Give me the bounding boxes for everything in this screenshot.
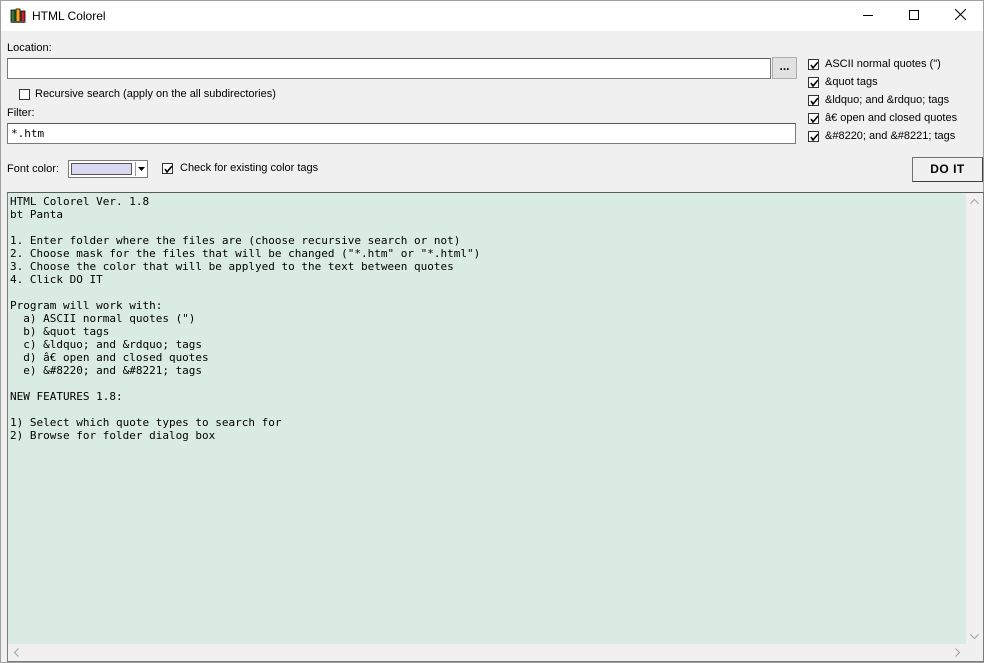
quote-type-label-8220: &#8220; and &#8221; tags (825, 130, 956, 142)
quote-type-checkbox-8220[interactable] (808, 131, 819, 142)
scroll-down-icon[interactable] (966, 628, 983, 645)
browse-folder-button[interactable]: ... (772, 57, 797, 79)
do-it-button[interactable]: DO IT (912, 157, 983, 182)
quote-type-checkbox-quot[interactable] (808, 77, 819, 88)
font-color-picker[interactable] (68, 160, 148, 178)
quote-type-label-ascii: ASCII normal quotes (") (825, 58, 941, 70)
check-existing-label: Check for existing color tags (180, 162, 319, 174)
app-window: HTML Colorel Location: ... Recursive sea… (0, 0, 984, 663)
quote-type-checkbox-ascii[interactable] (808, 59, 819, 70)
maximize-button[interactable] (891, 1, 937, 31)
quote-type-label-ldquo: &ldquo; and &rdquo; tags (825, 94, 950, 106)
quote-type-label-open-closed: â€ open and closed quotes (825, 112, 958, 124)
title-bar[interactable]: HTML Colorel (1, 1, 983, 31)
close-button[interactable] (937, 1, 983, 31)
location-label: Location: (7, 42, 52, 54)
maximize-icon (909, 9, 919, 23)
scroll-up-icon[interactable] (966, 193, 983, 210)
close-icon (954, 8, 966, 23)
window-title: HTML Colorel (32, 9, 106, 23)
recursive-label: Recursive search (apply on the all subdi… (35, 88, 276, 100)
location-input[interactable] (7, 58, 771, 79)
dropdown-arrow-icon[interactable] (135, 162, 147, 176)
info-text-area[interactable]: HTML Colorel Ver. 1.8 bt Panta 1. Enter … (7, 192, 984, 662)
filter-label: Filter: (7, 107, 35, 119)
recursive-checkbox[interactable] (19, 89, 30, 100)
quote-type-label-quot: &quot tags (825, 76, 878, 88)
horizontal-scrollbar[interactable] (8, 644, 966, 661)
scrollbar-corner (966, 644, 983, 661)
scroll-left-icon[interactable] (8, 644, 25, 661)
check-existing-checkbox[interactable] (162, 163, 173, 174)
minimize-button[interactable] (845, 1, 891, 31)
font-color-label: Font color: (7, 163, 59, 175)
vertical-scrollbar[interactable] (966, 193, 983, 645)
filter-input[interactable] (7, 123, 796, 144)
quote-type-checkbox-ldquo[interactable] (808, 95, 819, 106)
color-swatch (71, 163, 132, 175)
quote-type-checkbox-open-closed[interactable] (808, 113, 819, 124)
info-text: HTML Colorel Ver. 1.8 bt Panta 1. Enter … (10, 195, 481, 442)
scroll-right-icon[interactable] (949, 644, 966, 661)
minimize-icon (863, 10, 873, 23)
app-icon (10, 8, 26, 24)
